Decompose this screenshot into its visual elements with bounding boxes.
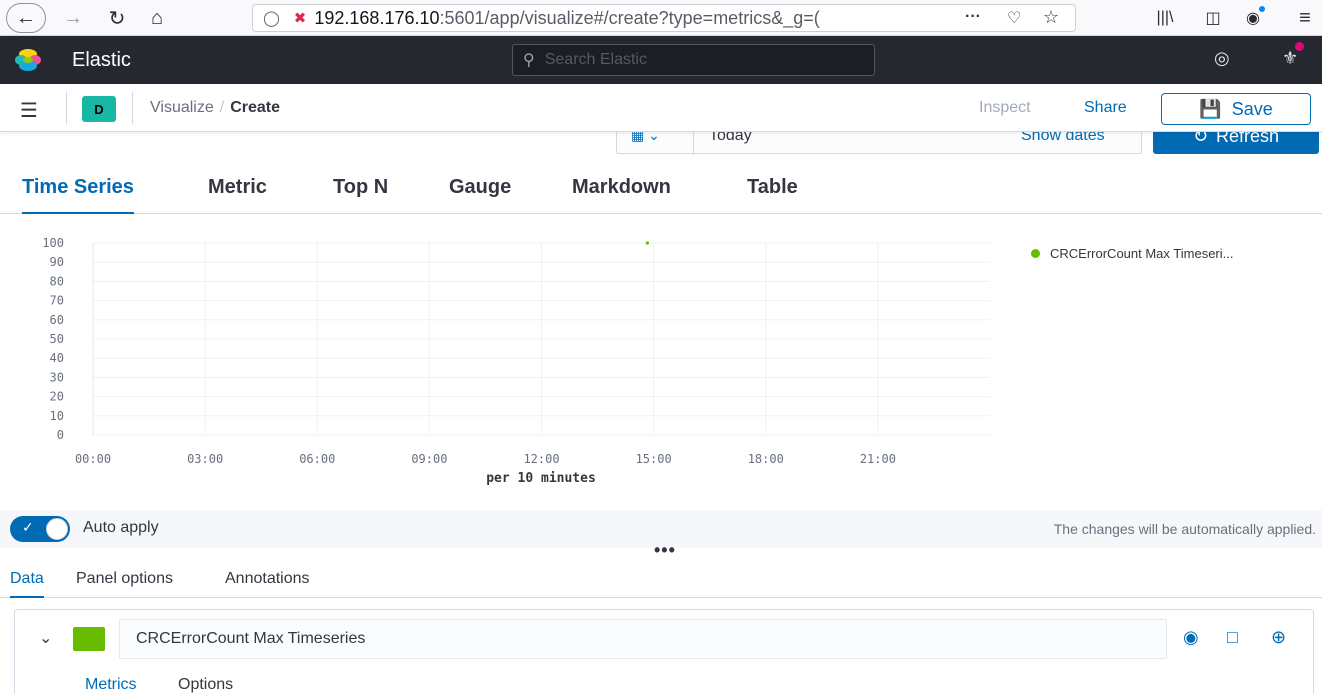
- help-icon[interactable]: ◎: [1214, 48, 1230, 69]
- time-series-chart[interactable]: 0 10 20 30 40 50 60 70 80 90 100 00:00 03:00 06:00 09:…: [0, 224, 1322, 494]
- y-tick-label: 0: [57, 428, 64, 442]
- menu-icon[interactable]: ≡: [1290, 4, 1320, 32]
- y-tick-label: 10: [50, 409, 64, 423]
- search-icon: ⚲: [523, 52, 535, 69]
- tab-metric[interactable]: Metric: [208, 176, 267, 214]
- x-tick-label: 09:00: [411, 452, 447, 466]
- save-button[interactable]: 💾 Save: [1161, 93, 1311, 125]
- elastic-header: Elastic ⚲ Search Elastic ◎ ⚜: [0, 36, 1322, 84]
- x-tick-label: 00:00: [75, 452, 111, 466]
- x-tick-label: 15:00: [636, 452, 672, 466]
- elastic-logo-icon[interactable]: [14, 48, 42, 72]
- space-avatar[interactable]: D: [82, 96, 116, 122]
- series-color-swatch[interactable]: [73, 627, 105, 651]
- legend-label: CRCErrorCount Max Timeseri...: [1050, 246, 1234, 261]
- share-link[interactable]: Share: [1084, 99, 1127, 117]
- shield-icon[interactable]: ◯: [263, 9, 280, 27]
- chart-legend-item[interactable]: CRCErrorCount Max Timeseri...: [1031, 246, 1233, 261]
- breadcrumb: Visualize / Create: [150, 99, 281, 116]
- x-tick-label: 12:00: [523, 452, 559, 466]
- y-tick-label: 40: [50, 351, 64, 365]
- x-tick-label: 03:00: [187, 452, 223, 466]
- app-title: Elastic: [72, 49, 131, 71]
- more-icon[interactable]: ···: [965, 8, 981, 26]
- tab-metrics[interactable]: Metrics: [85, 676, 137, 694]
- tab-table[interactable]: Table: [747, 176, 798, 214]
- tab-markdown[interactable]: Markdown: [572, 176, 671, 214]
- save-icon: 💾: [1199, 98, 1222, 119]
- y-tick-label: 60: [50, 313, 64, 327]
- tab-options[interactable]: Options: [178, 676, 233, 694]
- chevron-down-icon[interactable]: ⌄: [39, 628, 52, 648]
- breadcrumb-create: Create: [230, 99, 281, 116]
- data-point: [645, 241, 649, 245]
- tab-data[interactable]: Data: [10, 570, 44, 598]
- auto-apply-toggle[interactable]: ✓: [10, 516, 70, 542]
- panel-config-tabs: Data Panel options Annotations: [0, 566, 1322, 598]
- series-label-input[interactable]: CRCErrorCount Max Timeseries: [119, 619, 1167, 659]
- eye-icon[interactable]: ◉: [1183, 627, 1199, 648]
- extension-icon[interactable]: ◉: [1238, 4, 1268, 32]
- reload-icon[interactable]: ↻: [102, 4, 132, 32]
- auto-apply-label: Auto apply: [83, 519, 159, 536]
- series-panel: ⌄ CRCErrorCount Max Timeseries ◉ □ ⊕ Met…: [14, 609, 1314, 694]
- y-tick-label: 20: [50, 390, 64, 404]
- inspect-link[interactable]: Inspect: [979, 99, 1031, 117]
- clone-icon[interactable]: □: [1227, 627, 1238, 648]
- resize-handle[interactable]: •••: [654, 540, 676, 561]
- save-label: Save: [1231, 98, 1273, 119]
- search-placeholder: Search Elastic: [544, 51, 647, 68]
- y-tick-label: 90: [50, 255, 64, 269]
- breadcrumb-visualize[interactable]: Visualize: [150, 99, 214, 116]
- add-icon[interactable]: ⊕: [1271, 627, 1286, 648]
- y-tick-label: 50: [50, 332, 64, 346]
- x-axis-label: per 10 minutes: [486, 471, 596, 486]
- star-icon[interactable]: ☆: [1043, 7, 1059, 28]
- y-tick-label: 30: [50, 370, 64, 384]
- x-tick-label: 21:00: [860, 452, 896, 466]
- url-bar[interactable]: ◯ ✖ 192.168.176.10:5601/app/visualize#/c…: [252, 4, 1076, 32]
- y-tick-label: 80: [50, 274, 64, 288]
- y-tick-label: 70: [50, 294, 64, 308]
- browser-toolbar: ← → ↻ ⌂ ◯ ✖ 192.168.176.10:5601/app/visu…: [0, 0, 1322, 36]
- x-tick-label: 18:00: [748, 452, 784, 466]
- home-icon[interactable]: ⌂: [142, 4, 172, 32]
- legend-color-dot: [1031, 249, 1040, 258]
- pocket-icon[interactable]: ♡: [1007, 8, 1021, 28]
- tab-gauge[interactable]: Gauge: [449, 176, 511, 214]
- forward-icon[interactable]: →: [58, 4, 88, 32]
- newsfeed-icon[interactable]: ⚜: [1282, 42, 1305, 69]
- tab-annotations[interactable]: Annotations: [225, 570, 310, 598]
- x-tick-label: 06:00: [299, 452, 335, 466]
- tab-panel-options[interactable]: Panel options: [76, 570, 173, 598]
- visualization-type-tabs: Time Series Metric Top N Gauge Markdown …: [0, 166, 1322, 214]
- y-tick-label: 100: [42, 236, 64, 250]
- tab-top-n[interactable]: Top N: [333, 176, 388, 214]
- hamburger-menu-icon[interactable]: ☰: [20, 98, 38, 123]
- library-icon[interactable]: |||\: [1150, 4, 1180, 32]
- back-icon[interactable]: ←: [6, 3, 46, 33]
- global-search-input[interactable]: ⚲ Search Elastic: [512, 44, 875, 76]
- tab-time-series[interactable]: Time Series: [22, 176, 134, 214]
- auto-apply-note: The changes will be automatically applie…: [1053, 521, 1316, 537]
- url-text[interactable]: 192.168.176.10:5601/app/visualize#/creat…: [314, 8, 819, 29]
- check-icon: ✓: [22, 519, 34, 535]
- insecure-lock-icon[interactable]: ✖: [294, 9, 307, 27]
- breadcrumb-bar: ☰ D Visualize / Create Inspect Share 💾 Sav…: [0, 84, 1322, 132]
- sidebar-icon[interactable]: ◫: [1198, 4, 1228, 32]
